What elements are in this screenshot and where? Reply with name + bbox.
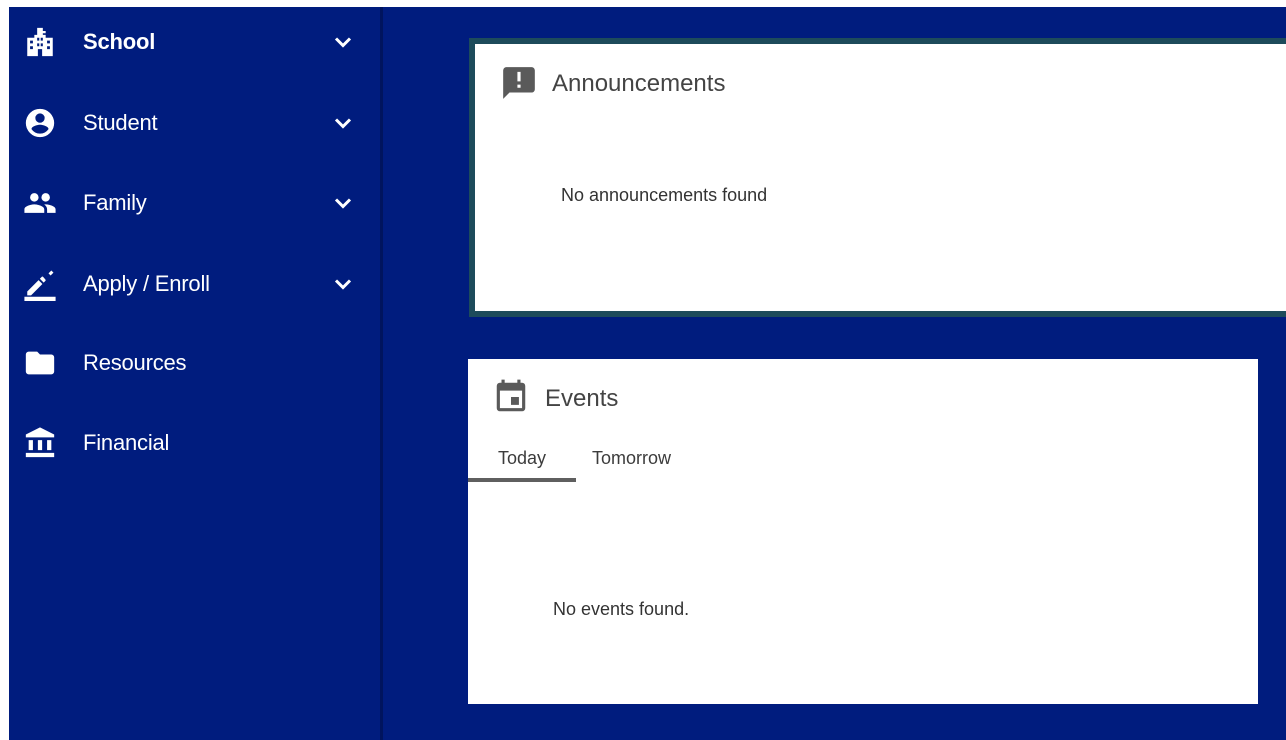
sidebar-item-resources[interactable]: Resources: [9, 333, 380, 393]
sidebar-item-label: Family: [83, 190, 147, 215]
sidebar-item-apply-enroll[interactable]: Apply / Enroll: [9, 254, 380, 314]
chevron-down-icon[interactable]: [331, 30, 355, 54]
announcements-card: Announcements No announcements found: [469, 38, 1286, 317]
chevron-down-icon[interactable]: [331, 191, 355, 215]
sidebar-item-label: School: [83, 29, 156, 54]
app-shell: School Student Family Apply / Enroll Res…: [9, 7, 1286, 740]
tab-tomorrow[interactable]: Tomorrow: [592, 448, 671, 469]
people-icon: [23, 186, 57, 220]
chevron-down-icon[interactable]: [331, 111, 355, 135]
sidebar-item-student[interactable]: Student: [9, 93, 380, 153]
sidebar-item-label: Financial: [83, 430, 170, 455]
announcement-icon: [500, 64, 538, 102]
chevron-down-icon[interactable]: [331, 272, 355, 296]
sidebar-item-school[interactable]: School: [9, 12, 380, 72]
sidebar-item-label: Resources: [83, 350, 187, 375]
announcements-title: Announcements: [552, 70, 726, 97]
school-building-icon: [23, 25, 57, 59]
calendar-icon: [492, 378, 530, 416]
bank-icon: [23, 426, 57, 460]
sidebar-item-family[interactable]: Family: [9, 173, 380, 233]
events-title: Events: [545, 385, 619, 412]
folder-icon: [23, 346, 57, 380]
sidebar-item-label: Student: [83, 110, 158, 135]
events-empty-message: No events found.: [553, 599, 690, 619]
sidebar-nav: School Student Family Apply / Enroll Res…: [9, 7, 383, 740]
active-tab-indicator: [468, 478, 576, 482]
sidebar-item-financial[interactable]: Financial: [9, 413, 380, 473]
announcements-empty-message: No announcements found: [561, 185, 768, 205]
sidebar-item-label: Apply / Enroll: [83, 271, 210, 296]
account-circle-icon: [23, 106, 57, 140]
tab-today[interactable]: Today: [498, 448, 546, 469]
events-card: Events Today Tomorrow No events found.: [468, 359, 1258, 704]
pencil-edit-icon: [23, 267, 57, 301]
